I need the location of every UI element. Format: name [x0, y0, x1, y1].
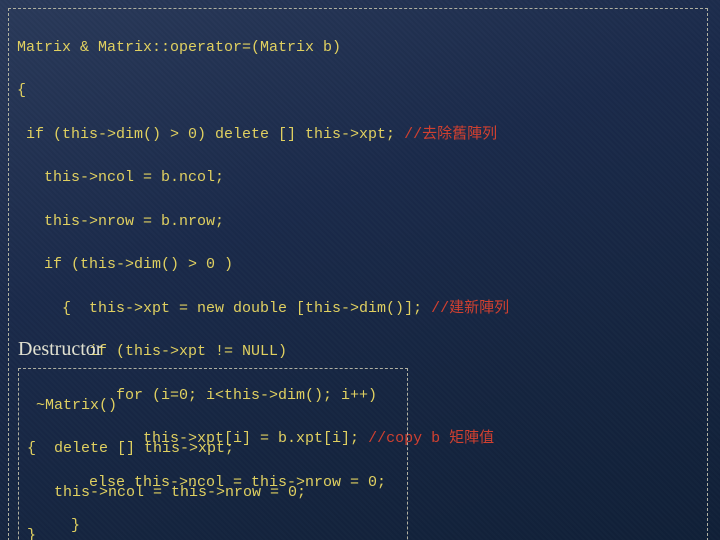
code-comment: //建新陣列 [431, 300, 509, 317]
code-line: { this->xpt = new double [this->dim()]; [17, 300, 431, 317]
code-line: this->ncol = this->nrow = 0; [27, 484, 306, 501]
code-line: if (this->dim() > 0) delete [] this->xpt… [17, 126, 404, 143]
code-line: Matrix & Matrix::operator=(Matrix b) [17, 39, 341, 56]
code-line: { [17, 82, 26, 99]
code-line: { delete [] this->xpt; [27, 440, 234, 457]
code-line: ~Matrix() [27, 397, 117, 414]
code-line: } [27, 527, 36, 540]
code-line: this->ncol = b.ncol; [17, 169, 224, 186]
code-line: if (this->dim() > 0 ) [17, 256, 233, 273]
code-box-destructor: ~Matrix() { delete [] this->xpt; this->n… [18, 368, 408, 540]
code-line: this->nrow = b.nrow; [17, 213, 224, 230]
code-comment: //去除舊陣列 [404, 126, 497, 143]
section-label-destructor: Destructor [18, 338, 102, 361]
